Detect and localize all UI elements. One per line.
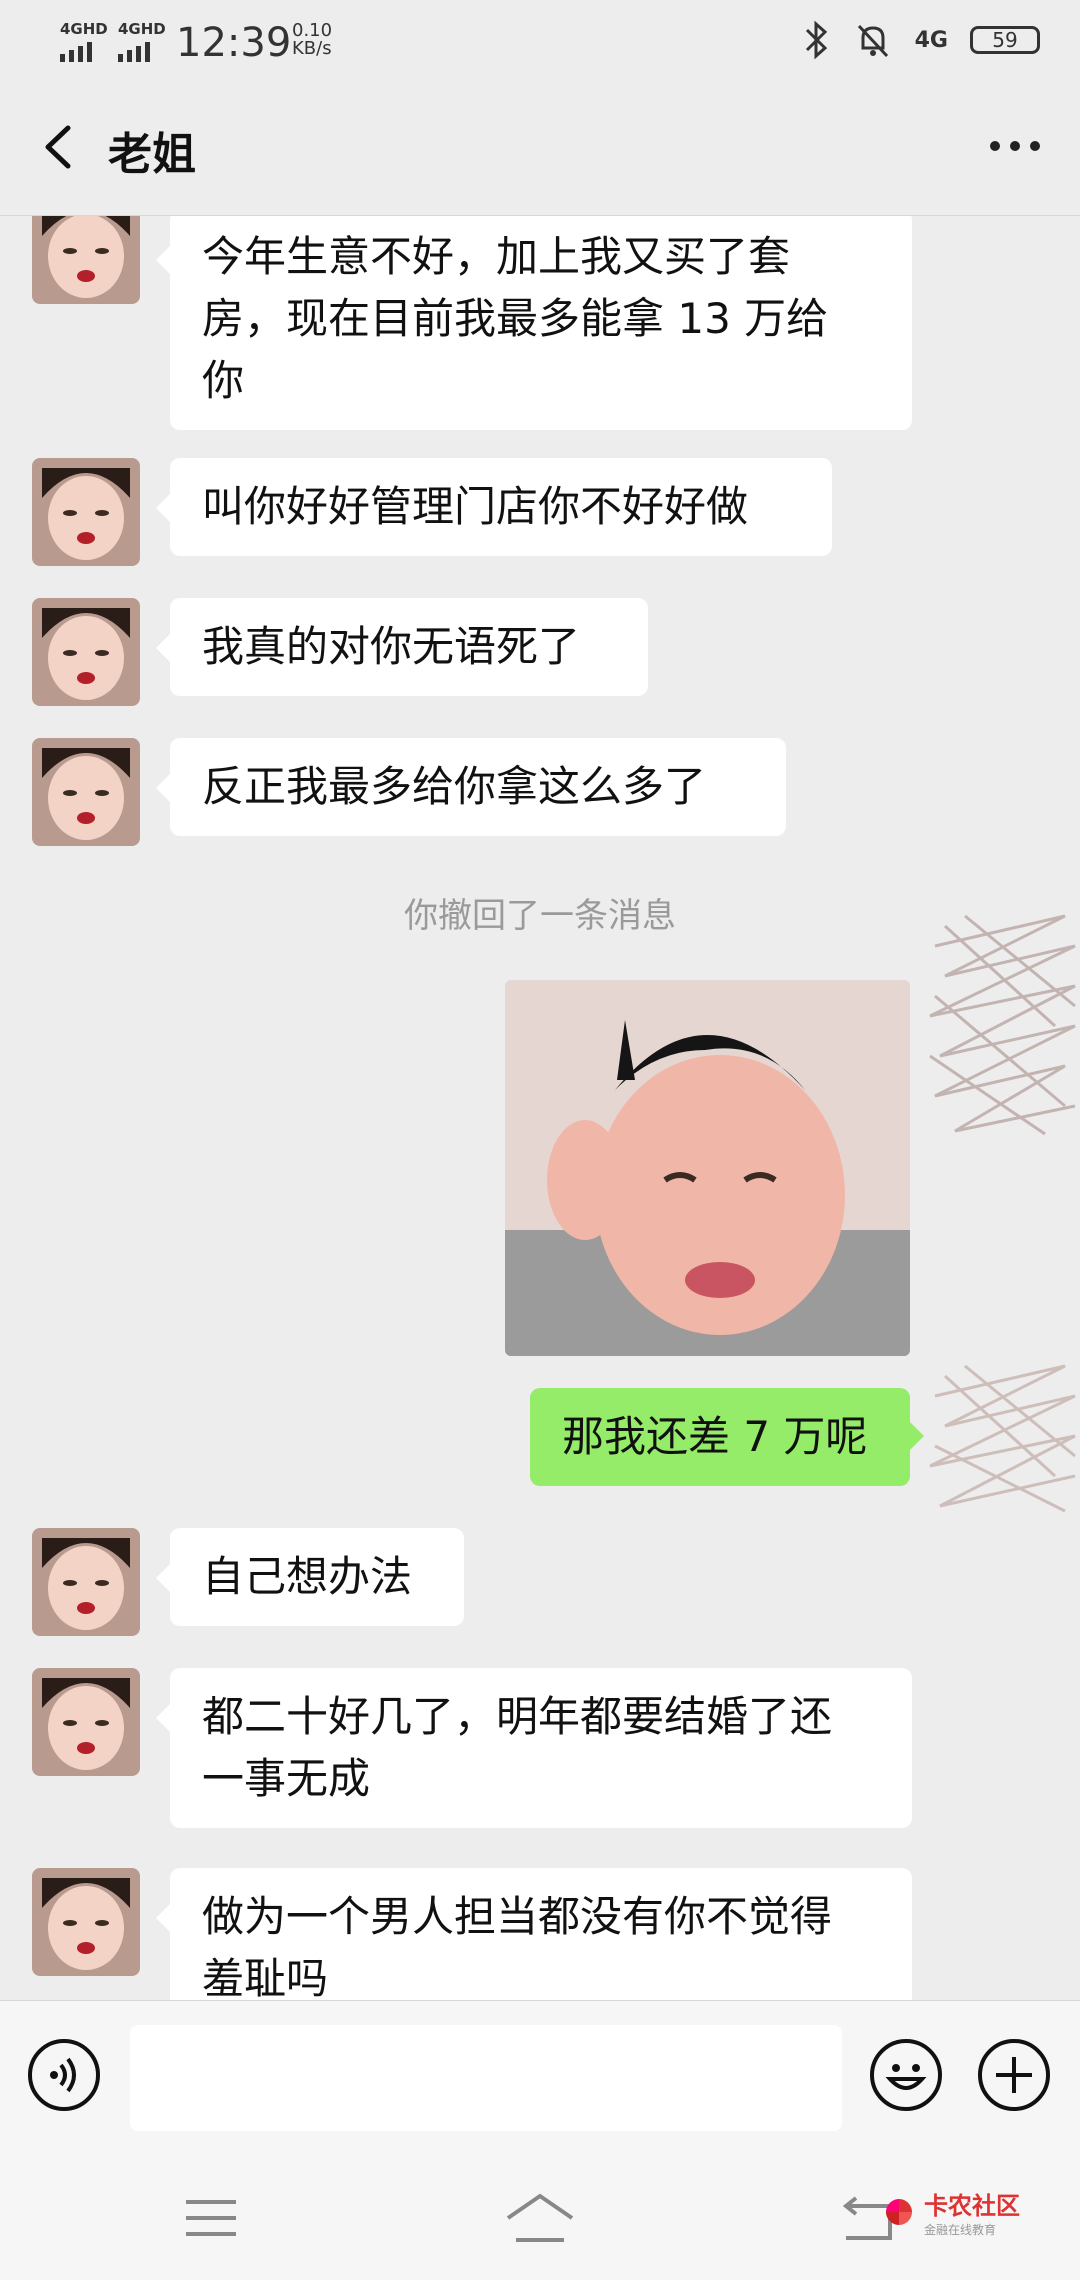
signal-label-2: 4GHD: [118, 20, 166, 38]
status-icons: 4G 59: [803, 20, 1040, 60]
signal-label-1: 4GHD: [60, 20, 108, 38]
network-type: 4G: [914, 27, 948, 53]
message-line: 房，现在目前我最多能拿 13 万给: [202, 294, 829, 343]
signal-bars-icon: [60, 42, 108, 62]
watermark-subtitle: 金融在线教育: [924, 2223, 997, 2237]
net-speed: 0.10 KB/s: [292, 22, 332, 58]
message-text: 叫你好好管理门店你不好好做: [202, 482, 749, 531]
contact-avatar[interactable]: [32, 1528, 140, 1636]
self-avatar-censored[interactable]: [925, 1356, 1080, 1516]
back-arrow-icon[interactable]: [34, 120, 88, 174]
plus-icon: [996, 2057, 1032, 2093]
message-bubble[interactable]: 都二十好几了，明年都要结婚了还 一事无成: [156, 1668, 912, 1828]
message-bubble[interactable]: 反正我最多给你拿这么多了: [156, 738, 786, 836]
more-options-icon[interactable]: [990, 126, 1046, 166]
message-line: 一事无成: [202, 1754, 371, 1803]
home-icon[interactable]: [504, 2192, 576, 2244]
system-navigation-bar: 卡农社区 金融在线教育: [0, 2150, 1080, 2280]
message-text: 自己想办法: [202, 1552, 413, 1601]
battery-level: 59: [992, 28, 1018, 52]
menu-icon[interactable]: [184, 2198, 238, 2238]
message-input[interactable]: [130, 2025, 842, 2131]
message-bubble[interactable]: 做为一个男人担当都没有你不觉得 羞耻吗: [156, 1868, 912, 2000]
recall-notice: 你撤回了一条消息: [404, 896, 676, 936]
message-line: 都二十好几了，明年都要结婚了还: [202, 1692, 833, 1741]
chat-title: 老姐: [108, 129, 196, 180]
message-bubble[interactable]: 我真的对你无语死了: [156, 598, 648, 696]
status-bar: 4GHD 4GHD 12:39 0.10 KB/s 4G 59: [0, 0, 1080, 80]
watermark-logo-icon: [886, 2199, 912, 2225]
message-line: 做为一个男人担当都没有你不觉得: [202, 1892, 833, 1941]
signal-indicator-1: 4GHD: [60, 20, 108, 62]
signal-indicator-2: 4GHD: [118, 20, 166, 62]
watermark-title: 卡农社区: [924, 2192, 1020, 2220]
message-line: 今年生意不好，加上我又买了套: [202, 232, 791, 281]
contact-avatar[interactable]: [32, 1868, 140, 1976]
message-bubble[interactable]: 叫你好好管理门店你不好好做: [156, 458, 832, 556]
emoji-button[interactable]: [870, 2039, 942, 2111]
chat-messages[interactable]: 今年生意不好，加上我又买了套 房，现在目前我最多能拿 13 万给 你 叫你好好管…: [0, 216, 1080, 2000]
net-speed-unit: KB/s: [292, 38, 332, 59]
chat-header: 老姐: [0, 80, 1080, 216]
message-line: 羞耻吗: [202, 1954, 329, 2000]
message-text: 那我还差 7 万呢: [562, 1412, 868, 1461]
voice-icon: [50, 2057, 76, 2093]
clock: 12:39: [176, 20, 292, 66]
contact-avatar[interactable]: [32, 738, 140, 846]
bluetooth-icon: [805, 20, 827, 60]
contact-avatar[interactable]: [32, 1668, 140, 1776]
more-functions-button[interactable]: [978, 2039, 1050, 2111]
self-message-bubble[interactable]: 那我还差 7 万呢: [530, 1388, 924, 1486]
contact-avatar[interactable]: [32, 458, 140, 566]
battery-icon: 59: [970, 26, 1040, 54]
voice-input-button[interactable]: [28, 2039, 100, 2111]
self-avatar-censored[interactable]: [925, 906, 1080, 1136]
message-text: 我真的对你无语死了: [202, 622, 581, 671]
message-bubble[interactable]: 自己想办法: [156, 1528, 464, 1626]
contact-avatar[interactable]: [32, 598, 140, 706]
mute-bell-icon: [857, 24, 888, 58]
input-bar: [0, 2000, 1080, 2151]
sticker-image[interactable]: [505, 980, 910, 1356]
contact-avatar[interactable]: [32, 216, 140, 304]
signal-bars-icon: [118, 42, 166, 62]
smiley-icon: [885, 2064, 927, 2090]
watermark: 卡农社区 金融在线教育: [882, 2186, 1020, 2238]
message-text: 反正我最多给你拿这么多了: [202, 762, 707, 811]
message-line: 你: [202, 356, 245, 405]
message-bubble[interactable]: 今年生意不好，加上我又买了套 房，现在目前我最多能拿 13 万给 你: [156, 216, 912, 430]
